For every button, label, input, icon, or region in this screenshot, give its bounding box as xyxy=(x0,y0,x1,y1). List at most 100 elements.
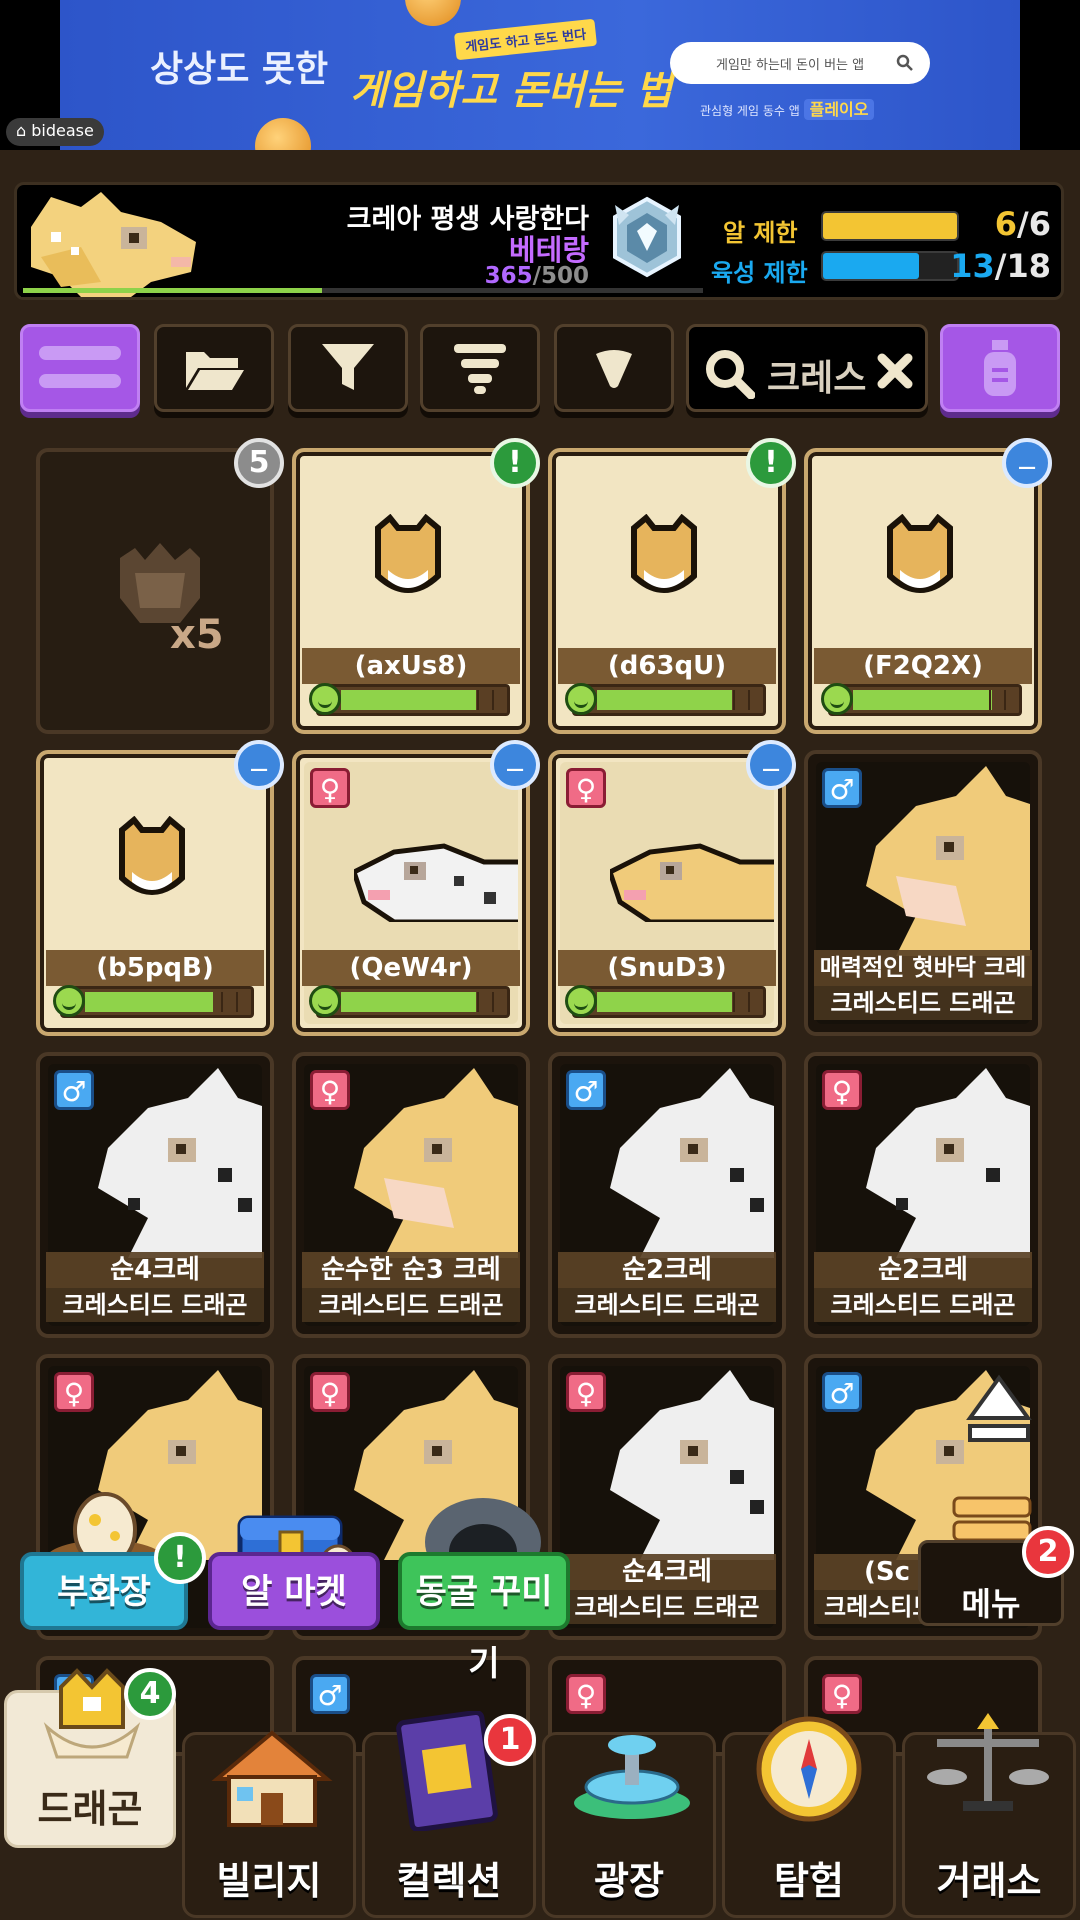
alert-badge: ! xyxy=(746,438,796,488)
baby-card-QeW4r[interactable]: ♀ (QeW4r) ⚊ xyxy=(292,740,540,1036)
nav-tab-explore[interactable]: 탐험 xyxy=(722,1716,896,1918)
menu-notification-badge: 2 xyxy=(1022,1526,1074,1578)
health-bar xyxy=(821,683,1022,716)
clear-search-icon[interactable] xyxy=(877,353,913,389)
exp-bar-fill xyxy=(23,288,323,293)
dragon-name: (b5pqB) xyxy=(46,950,264,986)
female-icon: ♀ xyxy=(310,1372,350,1412)
dragon-badge: 4 xyxy=(124,1668,176,1720)
exp-text: 365/500 xyxy=(484,263,589,289)
dragon-name: 순4크레 xyxy=(558,1554,776,1590)
nav-label: 광장 xyxy=(594,1859,664,1903)
health-fill xyxy=(85,992,213,1012)
nav-label: 거래소 xyxy=(936,1859,1042,1903)
smile-icon xyxy=(309,985,341,1017)
dragon-species: 크레스티드 드래곤 xyxy=(558,1288,776,1322)
nav-label: 드래곤 xyxy=(37,1787,143,1831)
filter-button[interactable] xyxy=(288,324,408,412)
adult-dragon-white-icon xyxy=(98,1068,262,1258)
egg-count: x5 xyxy=(170,612,224,658)
filter-icon xyxy=(322,344,374,390)
egg-market-button[interactable]: 알 마켓 xyxy=(208,1552,380,1630)
count-badge: 5 xyxy=(234,438,284,488)
list-view-button[interactable] xyxy=(20,324,140,412)
dragon-species: 크레스티드 드래곤 xyxy=(814,1288,1032,1322)
dragon-card-8[interactable]: ♂ 매력적인 혓바닥 크레 크레스티드 드래곤 xyxy=(804,750,1042,1036)
collection-badge: 1 xyxy=(484,1714,536,1766)
baby-dragon-white-icon xyxy=(354,843,518,922)
dragon-species: 크레스티드 드래곤 xyxy=(302,1288,520,1322)
adult-dragon-yellow-icon xyxy=(866,766,1030,956)
breed-limit-value: 13/18 xyxy=(950,247,1051,285)
female-icon: ♀ xyxy=(822,1070,862,1110)
female-icon: ♀ xyxy=(566,1372,606,1412)
search-input[interactable]: 크레스 xyxy=(767,349,866,401)
dragon-name: (SnuD3) xyxy=(558,950,776,986)
potion-bottle-icon xyxy=(984,340,1016,396)
profile-bar[interactable]: 크레아 평생 사랑한다 베테랑 365/500 알 제한 6/6 육성 제한 1… xyxy=(14,182,1064,300)
dragon-card-12[interactable]: ♀ 순2크레 크레스티드 드래곤 xyxy=(804,1052,1042,1338)
breed-limit-fill xyxy=(823,253,920,279)
ad-banner[interactable]: 상상도 못한 게임도 하고 돈도 번다 게임하고 돈버는 법 게임만 하는데 돈… xyxy=(60,0,1020,150)
nav-tab-plaza[interactable]: 광장 xyxy=(542,1732,716,1918)
egg-card-b5pqB[interactable]: (b5pqB) ⚊ xyxy=(36,740,284,1036)
adult-dragon-yellow-icon xyxy=(354,1068,518,1258)
potion-button[interactable] xyxy=(940,324,1060,412)
health-fill xyxy=(341,992,477,1012)
male-icon: ♂ xyxy=(822,768,862,808)
search-box[interactable]: 크레스 xyxy=(686,324,928,412)
nav-tab-exchange[interactable]: 거래소 xyxy=(902,1713,1076,1918)
health-bar xyxy=(309,683,510,716)
nav-tab-village[interactable]: 빌리지 xyxy=(182,1730,356,1918)
health-fill xyxy=(853,690,993,710)
dragon-name: 매력적인 혓바닥 크레 xyxy=(814,950,1032,986)
sort-icon xyxy=(454,344,506,394)
egg-card-d63qU[interactable]: (d63qU) ! xyxy=(548,438,796,734)
smile-icon xyxy=(821,683,853,715)
breed-limit-label: 육성 제한 xyxy=(711,259,808,287)
scroll-top-icon[interactable] xyxy=(966,1374,1032,1446)
egg-card-F2Q2X[interactable]: (F2Q2X) ⚊ xyxy=(804,438,1052,734)
health-fill xyxy=(597,690,733,710)
list-icon xyxy=(39,346,121,388)
dragon-card-10[interactable]: ♀ 순수한 순3 크레 크레스티드 드래곤 xyxy=(292,1052,530,1338)
dumbbell-icon: ⚊ xyxy=(746,740,796,790)
dragon-card-11[interactable]: ♂ 순2크레 크레스티드 드래곤 xyxy=(548,1052,786,1338)
female-icon: ♀ xyxy=(822,1674,862,1714)
nav-label: 컬렉션 xyxy=(396,1859,502,1903)
sort-order-button[interactable] xyxy=(554,324,674,412)
search-icon xyxy=(706,350,755,399)
egg-stack-card[interactable]: x5 5 xyxy=(36,438,284,734)
smile-icon xyxy=(53,985,85,1017)
breed-limit-bar xyxy=(821,251,959,281)
baby-card-SnuD3[interactable]: ♀ (SnuD3) ⚊ xyxy=(548,740,796,1036)
dragon-card-9[interactable]: ♂ 순4크레 크레스티드 드래곤 xyxy=(36,1052,274,1338)
dragon-card-15[interactable]: ♀ 순4크레 크레스티드 드래곤 xyxy=(548,1354,786,1640)
egg-card-axUs8[interactable]: (axUs8) ! xyxy=(292,438,540,734)
ad-provider-badge[interactable]: ⌂ bidease xyxy=(6,118,104,146)
dragon-name: 순2크레 xyxy=(558,1252,776,1288)
cave-decorate-button[interactable]: 동굴 꾸미기 xyxy=(398,1552,570,1684)
ad-search-text: 게임만 하는데 돈이 버는 앱 xyxy=(716,58,865,73)
dragon-name: 순2크레 xyxy=(814,1252,1032,1288)
dragon-name: (QeW4r) xyxy=(302,950,520,986)
health-bar xyxy=(565,985,766,1018)
plaza-fountain-icon xyxy=(574,1735,690,1819)
folder-button[interactable] xyxy=(154,324,274,412)
dragon-name: 순4크레 xyxy=(46,1252,264,1288)
folder-icon xyxy=(186,352,244,390)
nav-label: 탐험 xyxy=(774,1859,844,1903)
smile-icon xyxy=(309,683,341,715)
ad-subtext: 관심형 게임 동수 앱 플레이오 xyxy=(700,96,875,120)
alert-badge: ! xyxy=(154,1532,206,1584)
male-icon: ♂ xyxy=(310,1674,350,1714)
egg-limit-label: 알 제한 xyxy=(723,219,798,247)
dragon-name: (axUs8) xyxy=(302,648,520,684)
sort-button[interactable] xyxy=(420,324,540,412)
female-icon: ♀ xyxy=(310,768,350,808)
baby-dragon-yellow-icon xyxy=(610,843,774,922)
search-icon xyxy=(896,54,913,71)
female-icon: ♀ xyxy=(310,1070,350,1110)
dragon-name: (d63qU) xyxy=(558,648,776,684)
ad-tag: 게임도 하고 돈도 번다 xyxy=(453,18,598,61)
